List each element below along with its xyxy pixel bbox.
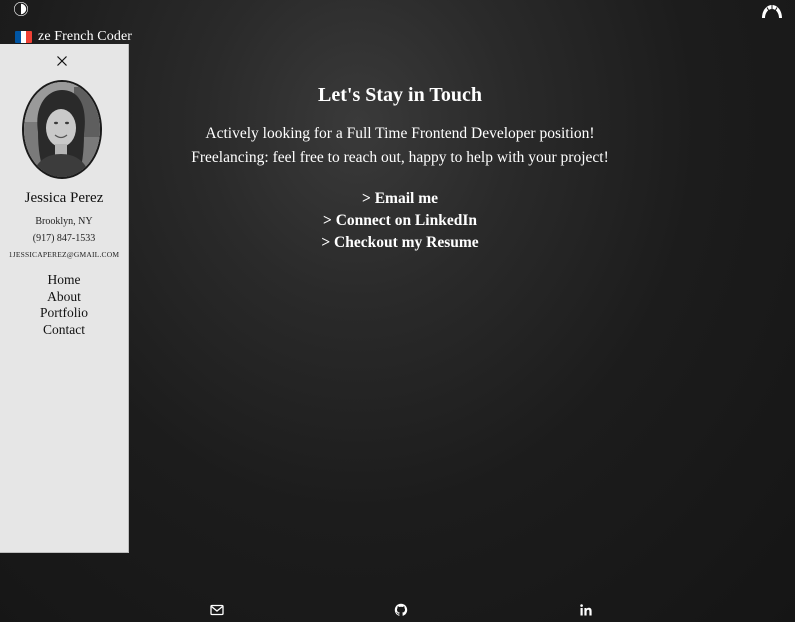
nav-item-portfolio[interactable]: Portfolio <box>40 305 88 322</box>
mail-icon[interactable] <box>210 602 224 616</box>
profile-email: 1JESSICAPEREZ@GMAIL.COM <box>8 250 120 259</box>
profile-location: Brooklyn, NY <box>35 216 93 227</box>
french-flag-icon <box>15 31 32 43</box>
email-link[interactable]: > Email me <box>362 188 438 210</box>
intro-line-freelance: Freelancing: feel free to reach out, hap… <box>191 149 609 166</box>
flag-stripe-red <box>26 31 32 43</box>
github-icon[interactable] <box>394 602 408 616</box>
brand-name[interactable]: ze French Coder <box>38 29 132 45</box>
croissant-icon[interactable] <box>761 3 783 21</box>
intro-line-job: Actively looking for a Full Time Fronten… <box>205 125 595 142</box>
page-title: Let's Stay in Touch <box>318 84 482 106</box>
sidebar-nav: Home About Portfolio Contact <box>0 272 128 338</box>
profile-name: Jessica Perez <box>24 190 104 206</box>
linkedin-icon[interactable] <box>579 602 593 616</box>
brand[interactable]: ze French Coder <box>15 29 132 45</box>
contact-links: > Email me > Connect on LinkedIn > Check… <box>150 188 650 254</box>
theme-toggle-icon[interactable] <box>13 1 29 17</box>
nav-item-about[interactable]: About <box>47 289 81 306</box>
resume-link[interactable]: > Checkout my Resume <box>321 232 478 254</box>
nav-item-contact[interactable]: Contact <box>43 322 85 339</box>
sidebar-drawer: Jessica Perez Brooklyn, NY (917) 847-153… <box>0 44 129 553</box>
profile-phone: (917) 847-1533 <box>32 233 96 244</box>
close-icon[interactable] <box>55 54 69 68</box>
contact-intro: Actively looking for a Full Time Fronten… <box>150 122 650 170</box>
contact-section: Let's Stay in Touch Actively looking for… <box>150 82 650 254</box>
linkedin-link[interactable]: > Connect on LinkedIn <box>323 210 477 232</box>
avatar <box>22 80 102 179</box>
nav-item-home[interactable]: Home <box>48 272 81 289</box>
